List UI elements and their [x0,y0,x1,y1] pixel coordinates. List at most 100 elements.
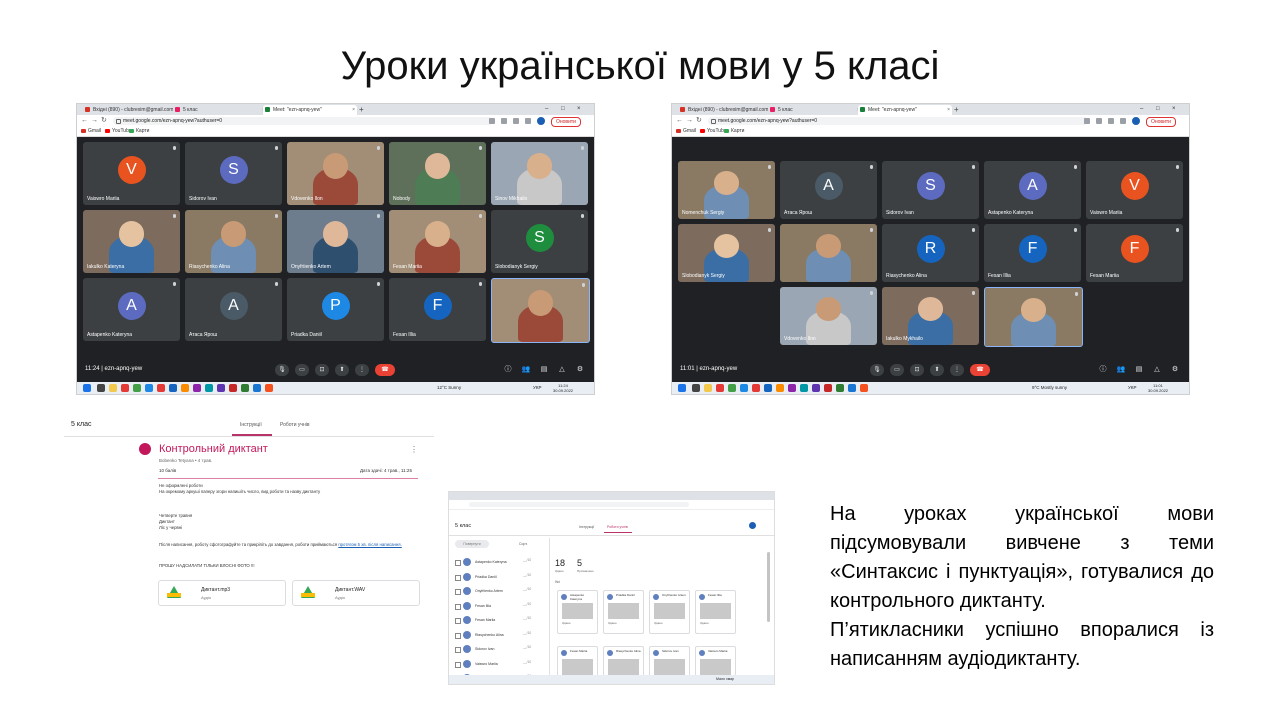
minimize-icon[interactable]: – [545,104,548,115]
student-checkbox[interactable] [455,618,461,624]
maximize-icon[interactable]: □ [1156,104,1160,115]
star-icon[interactable] [513,118,519,124]
mic-button[interactable]: 🎙 [275,364,289,376]
people-icon[interactable]: 👥 [1116,365,1126,375]
back-icon[interactable]: ← [676,115,683,127]
student-submission-card[interactable]: Onyfriienko Artem Здано [649,590,690,634]
taskbar-app-icon[interactable] [181,384,189,392]
reload-icon[interactable]: ↻ [101,115,107,127]
participant-tile[interactable]: Riasychenko Alina [185,210,282,273]
taskbar-app-icon[interactable] [121,384,129,392]
more-options-button[interactable]: ⋮ [355,364,369,376]
share-icon[interactable] [501,118,507,124]
student-checkbox[interactable] [455,589,461,595]
participant-tile[interactable]: F Fesan Mariia [1086,224,1183,282]
meet2-profile-avatar[interactable] [1132,117,1140,125]
participant-tile[interactable]: Fesan Mariia [389,210,486,273]
forward-icon[interactable]: → [91,115,98,127]
lock-icon[interactable]: ⚙ [1170,365,1180,375]
chat-icon[interactable]: ▤ [1134,365,1144,375]
reload-icon[interactable]: ↻ [696,115,702,127]
camera-button[interactable]: ▭ [890,364,904,376]
participant-tile[interactable]: S Sidorov Ivan [882,161,979,219]
browser-tab[interactable]: Meet: "ezn-apnq-yew" × [263,105,357,115]
student-checkbox[interactable] [455,632,461,639]
sw-url-field[interactable] [469,502,689,507]
present-button[interactable]: ⬆ [930,364,944,376]
activities-icon[interactable]: △ [1152,365,1162,375]
class-name[interactable]: 5 клас [71,421,91,428]
bookmark-0[interactable]: Gmail [88,127,101,136]
student-row[interactable]: Riasychenko Alina __/10 [455,629,547,643]
participant-tile[interactable]: Vdovenko Ilon [287,142,384,205]
star-icon[interactable] [1108,118,1114,124]
participant-tile[interactable]: Vdovenko Ilon [780,287,877,345]
update-button[interactable]: Оновити [1146,117,1176,127]
back-icon[interactable]: ← [81,115,88,127]
student-submission-card[interactable]: Fesan Illia Здано [695,590,736,634]
student-row[interactable]: Onyfriienko Artem __/10 [455,585,547,599]
taskbar-app-icon[interactable] [860,384,868,392]
taskbar-app-icon[interactable] [265,384,273,392]
sw-filter[interactable]: Усі [555,580,560,584]
taskbar-app-icon[interactable] [752,384,760,392]
participant-tile[interactable]: A Astapenko Kateryna [83,278,180,341]
captions-button[interactable]: ⊡ [910,364,924,376]
url-field[interactable]: meet.google.com/ezn-apnq-yew?authuser=0 [113,117,493,125]
student-checkbox[interactable] [455,560,461,566]
taskbar-app-icon[interactable] [848,384,856,392]
sw-return-button[interactable]: Повернути [455,540,489,548]
taskbar-app-icon[interactable] [836,384,844,392]
taskbar-app-icon[interactable] [205,384,213,392]
taskbar-app-icon[interactable] [217,384,225,392]
taskbar-app-icon[interactable] [157,384,165,392]
browser-tab[interactable]: Вхідні (890) - clubrexim@gmail.com× [678,105,772,115]
student-checkbox[interactable] [455,574,461,581]
participant-tile[interactable] [984,287,1083,347]
window-close-icon[interactable]: × [577,104,581,115]
assignment-text-6-link[interactable]: протягом 5 хв. після написання. [338,542,401,547]
participant-tile[interactable]: A Атаса Ярош [185,278,282,341]
more-options-icon[interactable]: ⋮ [410,445,418,454]
taskbar-app-icon[interactable] [109,384,117,392]
taskbar-app-icon[interactable] [145,384,153,392]
participant-tile[interactable]: Iakulko Mykhailo [882,287,979,345]
attachment-2[interactable]: Диктант.WAV Аудіо [292,580,420,606]
window-close-icon[interactable]: × [1172,104,1176,115]
close-tab-icon[interactable]: × [352,105,355,115]
sw-scrollbar[interactable] [767,552,770,622]
student-row[interactable]: Priadka Daniil __/10 [455,571,547,585]
participant-tile[interactable]: A Атаса Ярош [780,161,877,219]
sw-class-name[interactable]: 5 клас [455,523,471,529]
captions-button[interactable]: ⊡ [315,364,329,376]
more-options-button[interactable]: ⋮ [950,364,964,376]
taskbar-app-icon[interactable] [193,384,201,392]
participant-tile[interactable]: A Astapenko Kateryna [984,161,1081,219]
taskbar-app-icon[interactable] [812,384,820,392]
taskbar-app-icon[interactable] [241,384,249,392]
present-button[interactable]: ⬆ [335,364,349,376]
student-submission-card[interactable]: Priadka Daniil Здано [603,590,644,634]
tab-instructions[interactable]: Інструкції [240,422,262,428]
browser-tab[interactable]: 5 клас× [173,105,267,115]
participant-tile[interactable]: Nobody [389,142,486,205]
taskbar-app-icon[interactable] [692,384,700,392]
info-icon[interactable]: ⓘ [1098,365,1108,375]
taskbar-app-icon[interactable] [133,384,141,392]
bookmark-2[interactable]: Карти [731,127,744,136]
sw-avatar[interactable] [749,522,756,529]
language-indicator[interactable]: УКР [1128,382,1136,394]
close-tab-icon[interactable]: × [947,105,950,115]
new-tab-icon[interactable]: + [954,104,959,115]
camera-icon[interactable] [489,118,495,124]
student-row[interactable]: Fesan Illia __/10 [455,600,547,614]
lock-icon[interactable]: ⚙ [575,365,585,375]
participant-tile[interactable]: P Priadka Daniil [287,278,384,341]
student-checkbox[interactable] [455,647,461,653]
participant-tile[interactable]: F Fesan Illia [389,278,486,341]
participant-tile[interactable]: Slobodianyk Sergiy [678,224,775,282]
taskbar-app-icon[interactable] [776,384,784,392]
participant-tile[interactable]: V Vaiswro Mariia [83,142,180,205]
people-icon[interactable]: 👥 [521,365,531,375]
mic-button[interactable]: 🎙 [870,364,884,376]
